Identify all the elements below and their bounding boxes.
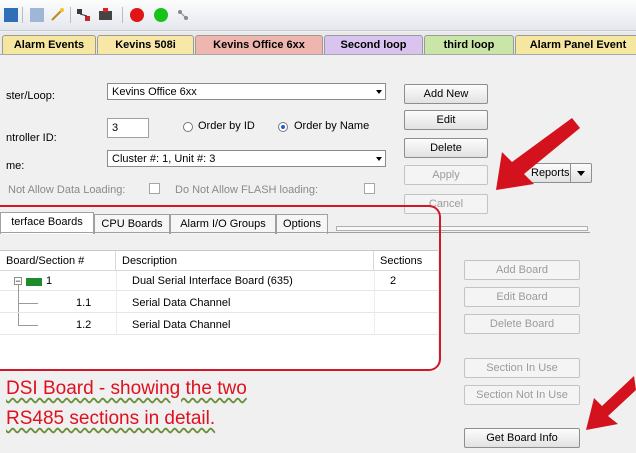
tab-kevins-508i[interactable]: Kevins 508i: [97, 35, 194, 54]
chevron-down-icon: [376, 157, 382, 161]
no-data-loading-checkbox[interactable]: [149, 183, 160, 194]
toolbar: [0, 0, 636, 31]
highlight-frame: [0, 205, 441, 371]
cluster-tab-strip: Alarm Events Kevins 508i Kevins Office 6…: [0, 32, 636, 55]
edit-board-button[interactable]: Edit Board: [464, 287, 580, 307]
small-node-icon[interactable]: [176, 8, 190, 22]
tab-alarm-events[interactable]: Alarm Events: [2, 35, 96, 54]
red-circle-icon[interactable]: [130, 8, 144, 22]
order-by-name-radio[interactable]: [278, 122, 288, 132]
section-not-in-use-button[interactable]: Section Not In Use: [464, 385, 580, 405]
tab-third-loop[interactable]: third loop: [424, 35, 514, 54]
name-label: me:: [6, 160, 25, 172]
order-by-name-label: Order by Name: [294, 120, 370, 132]
toolbar-separator: [70, 7, 71, 23]
order-by-id-radio[interactable]: [183, 122, 193, 132]
toolbar-separator: [122, 7, 123, 23]
section-in-use-button[interactable]: Section In Use: [464, 358, 580, 378]
add-board-button[interactable]: Add Board: [464, 260, 580, 280]
no-data-loading-label: Not Allow Data Loading:: [8, 184, 126, 196]
grid-icon[interactable]: [4, 8, 18, 22]
cluster-loop-label: ster/Loop:: [6, 90, 55, 102]
annotation-line-2: RS485 sections in detail.: [6, 408, 216, 429]
green-circle-icon[interactable]: [154, 8, 168, 22]
alarm-icon[interactable]: [98, 8, 112, 22]
cluster-loop-select[interactable]: Kevins Office 6xx: [107, 83, 386, 100]
wand-icon[interactable]: [50, 8, 64, 22]
annotation-line-1: DSI Board - showing the two: [6, 378, 247, 399]
red-arrow-icon: [496, 118, 580, 190]
tab-kevins-office-6xx[interactable]: Kevins Office 6xx: [195, 35, 323, 54]
add-new-button[interactable]: Add New: [404, 84, 488, 104]
red-arrow-icon: [586, 376, 636, 430]
get-board-info-button[interactable]: Get Board Info: [464, 428, 580, 448]
network-icon[interactable]: [76, 8, 90, 22]
order-by-id-label: Order by ID: [198, 120, 255, 132]
no-flash-loading-checkbox[interactable]: [364, 183, 375, 194]
delete-button[interactable]: Delete: [404, 138, 488, 158]
tab-second-loop[interactable]: Second loop: [324, 35, 423, 54]
tab-alarm-panel-event[interactable]: Alarm Panel Event: [515, 35, 636, 54]
controller-id-field[interactable]: 3: [107, 118, 149, 138]
name-select[interactable]: Cluster #: 1, Unit #: 3: [107, 150, 386, 167]
toolbar-separator: [22, 7, 23, 23]
list-icon[interactable]: [30, 8, 44, 22]
chevron-down-icon: [376, 90, 382, 94]
controller-id-label: ntroller ID:: [6, 132, 57, 144]
delete-board-button[interactable]: Delete Board: [464, 314, 580, 334]
edit-button[interactable]: Edit: [404, 110, 488, 130]
name-value: Cluster #: 1, Unit #: 3: [112, 153, 216, 165]
cluster-loop-value: Kevins Office 6xx: [112, 86, 197, 98]
no-flash-loading-label: Do Not Allow FLASH loading:: [175, 184, 319, 196]
apply-button[interactable]: Apply: [404, 165, 488, 185]
